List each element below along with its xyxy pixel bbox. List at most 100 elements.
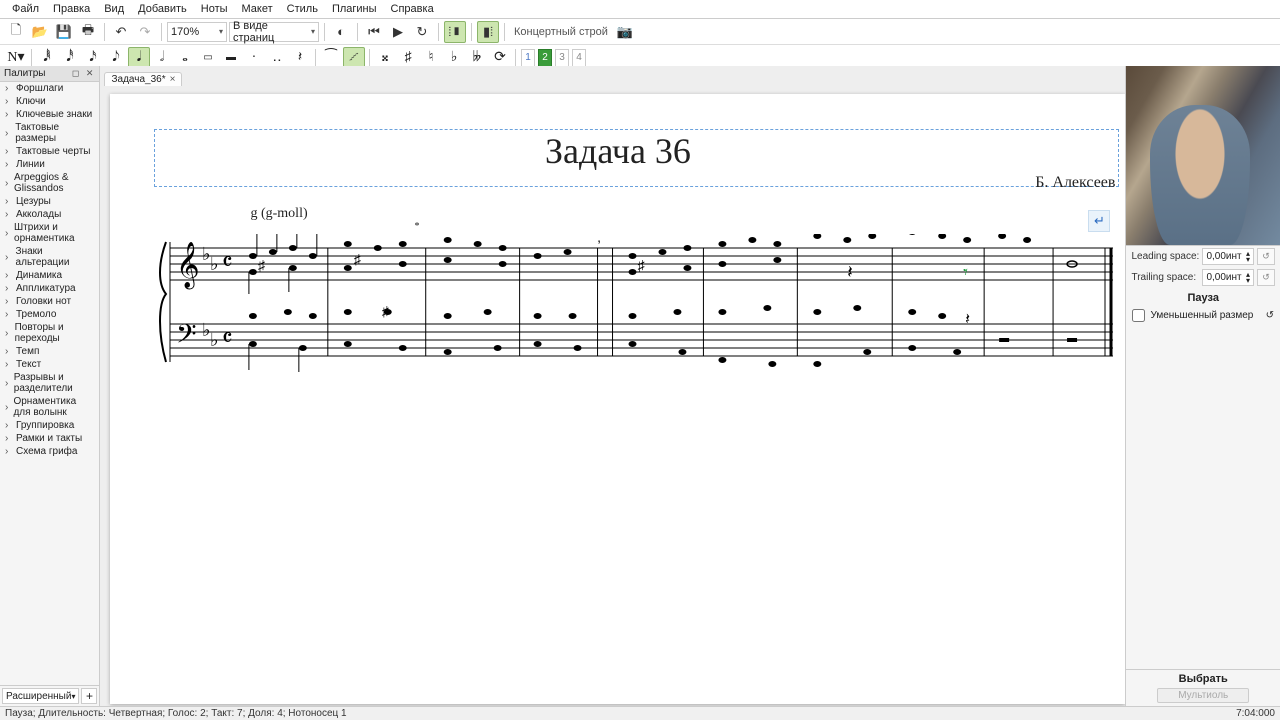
palette-item[interactable]: Штрихи и орнаментика: [0, 221, 99, 245]
svg-text:𝄞: 𝄞: [176, 242, 200, 290]
svg-text:𝄽: 𝄽: [966, 311, 971, 328]
voice-2-button[interactable]: 2: [538, 49, 552, 67]
composer-text[interactable]: Б. Алексеев: [1035, 174, 1115, 192]
print-button[interactable]: 🖶: [77, 21, 99, 43]
svg-text:♭: ♭: [210, 330, 218, 350]
palette-add-button[interactable]: +: [81, 688, 97, 704]
small-size-reset[interactable]: ↺: [1266, 310, 1274, 321]
countin-button[interactable]: ▮⦙: [477, 21, 499, 43]
svg-text:𝄴: 𝄴: [222, 250, 233, 276]
palette-item[interactable]: Ключи: [0, 95, 99, 108]
palette-item[interactable]: Ключевые знаки: [0, 108, 99, 121]
menu-view[interactable]: Вид: [97, 2, 131, 16]
break-marker-icon[interactable]: ↵: [1088, 210, 1110, 232]
midi-button[interactable]: ◐: [330, 21, 352, 43]
palette-item[interactable]: Тактовые размеры: [0, 121, 99, 145]
palette-item[interactable]: Головки нот: [0, 295, 99, 308]
voice-3-button[interactable]: 3: [555, 49, 569, 67]
palette-item[interactable]: Тактовые черты: [0, 145, 99, 158]
palette-item[interactable]: Повторы и переходы: [0, 321, 99, 345]
footnote-star[interactable]: *: [414, 221, 419, 232]
palette-mode-combo[interactable]: Расширенный: [2, 688, 79, 704]
svg-text:♯: ♯: [354, 251, 362, 267]
metronome-button[interactable]: ⦙▮: [444, 21, 466, 43]
score-viewport[interactable]: Задача 36 Б. Алексеев g (g-moll) * ↵: [100, 86, 1125, 706]
palette-item[interactable]: Тремоло: [0, 308, 99, 321]
palette-undock-icon[interactable]: ◻: [72, 68, 81, 78]
score-page[interactable]: Задача 36 Б. Алексеев g (g-moll) * ↵: [110, 94, 1125, 704]
select-similar-button[interactable]: Выбрать: [1179, 673, 1228, 685]
svg-text:♯: ♯: [382, 303, 390, 319]
trailing-space-input[interactable]: 0,00инт▴▾: [1202, 269, 1254, 286]
redo-button[interactable]: ↷: [134, 21, 156, 43]
rewind-button[interactable]: ⏮: [363, 21, 385, 43]
palette-item[interactable]: Цезуры: [0, 195, 99, 208]
status-right: 7:04:000: [1236, 708, 1275, 719]
main-toolbar: 🗋 📂 💾 🖶 ↶ ↷ 170% В виде страниц ◐ ⏮ ▶ ↻ …: [0, 19, 1280, 45]
palette-item[interactable]: Текст: [0, 358, 99, 371]
score-area: Задача_36* × Задача 36 Б. Алексеев g (g-…: [100, 66, 1125, 706]
trailing-space-reset[interactable]: ↺: [1257, 269, 1275, 286]
menu-layout[interactable]: Макет: [235, 2, 280, 16]
menu-style[interactable]: Стиль: [280, 2, 325, 16]
palettes-list: ФоршлагиКлючиКлючевые знакиТактовые разм…: [0, 82, 99, 685]
undo-button[interactable]: ↶: [110, 21, 132, 43]
open-file-button[interactable]: 📂: [29, 21, 51, 43]
concert-pitch-toggle[interactable]: Концертный строй: [510, 26, 612, 38]
svg-text:♭: ♭: [210, 254, 218, 274]
svg-text:𝄾: 𝄾: [964, 262, 969, 282]
status-bar: Пауза; Длительность: Четвертная; Голос: …: [0, 706, 1280, 720]
svg-text:𝄽: 𝄽: [848, 262, 854, 282]
svg-text:𝄢: 𝄢: [176, 320, 197, 355]
svg-text:𝄴: 𝄴: [222, 326, 233, 352]
rest-section-title: Пауза: [1126, 288, 1280, 306]
svg-text:’: ’: [598, 237, 601, 253]
palette-item[interactable]: Темп: [0, 345, 99, 358]
play-button[interactable]: ▶: [387, 21, 409, 43]
palette-item[interactable]: Аппликатура: [0, 282, 99, 295]
key-annotation[interactable]: g (g-moll): [250, 206, 307, 222]
palette-item[interactable]: Схема грифа: [0, 445, 99, 458]
document-tab[interactable]: Задача_36* ×: [104, 72, 182, 86]
voice-4-button[interactable]: 4: [572, 49, 586, 67]
score-title[interactable]: Задача 36: [110, 130, 1125, 172]
loop-button[interactable]: ↻: [411, 21, 433, 43]
menu-add[interactable]: Добавить: [131, 2, 194, 16]
menu-file[interactable]: Файл: [5, 2, 46, 16]
palette-item[interactable]: Орнаментика для волынк: [0, 395, 99, 419]
palette-close-icon[interactable]: ✕: [86, 68, 96, 78]
voice-1-button[interactable]: 1: [521, 49, 535, 67]
music-staff[interactable]: 𝄞 𝄢 ♭ ♭ ♭ ♭ 𝄴 𝄴: [158, 234, 1117, 374]
small-size-checkbox[interactable]: [1132, 309, 1145, 322]
menu-help[interactable]: Справка: [384, 2, 441, 16]
palette-item[interactable]: Группировка: [0, 419, 99, 432]
viewmode-combo[interactable]: В виде страниц: [229, 22, 319, 42]
palette-item[interactable]: Разрывы и разделители: [0, 371, 99, 395]
palettes-panel: Палитры ◻ ✕ ФоршлагиКлючиКлючевые знакиТ…: [0, 66, 100, 706]
leading-space-reset[interactable]: ↺: [1257, 248, 1275, 265]
save-button[interactable]: 💾: [53, 21, 75, 43]
palettes-footer: Расширенный +: [0, 685, 99, 706]
palette-item[interactable]: Знаки альтерации: [0, 245, 99, 269]
trailing-space-row: Trailing space: 0,00инт▴▾ ↺: [1126, 267, 1280, 288]
menu-notes[interactable]: Ноты: [194, 2, 235, 16]
palette-item[interactable]: Акколады: [0, 208, 99, 221]
properties-footer: Выбрать Мультиоль: [1126, 669, 1280, 706]
palette-item[interactable]: Форшлаги: [0, 82, 99, 95]
screenshot-button[interactable]: 📷: [614, 21, 636, 43]
palette-item[interactable]: Arpeggios & Glissandos: [0, 171, 99, 195]
palette-item[interactable]: Рамки и такты: [0, 432, 99, 445]
trailing-space-label: Trailing space:: [1131, 272, 1199, 283]
menu-bar: Файл Правка Вид Добавить Ноты Макет Стил…: [0, 0, 1280, 19]
palette-item[interactable]: Линии: [0, 158, 99, 171]
zoom-combo[interactable]: 170%: [167, 22, 227, 42]
tab-close-icon[interactable]: ×: [170, 74, 176, 85]
small-size-row: Уменьшенный размер ↺: [1126, 306, 1280, 325]
menu-edit[interactable]: Правка: [46, 2, 97, 16]
leading-space-input[interactable]: 0,00инт▴▾: [1202, 248, 1254, 265]
palette-item[interactable]: Динамика: [0, 269, 99, 282]
leading-space-row: Leading space: 0,00инт▴▾ ↺: [1126, 246, 1280, 267]
new-file-button[interactable]: 🗋: [5, 21, 27, 43]
leading-space-label: Leading space:: [1131, 251, 1199, 262]
menu-plugins[interactable]: Плагины: [325, 2, 384, 16]
